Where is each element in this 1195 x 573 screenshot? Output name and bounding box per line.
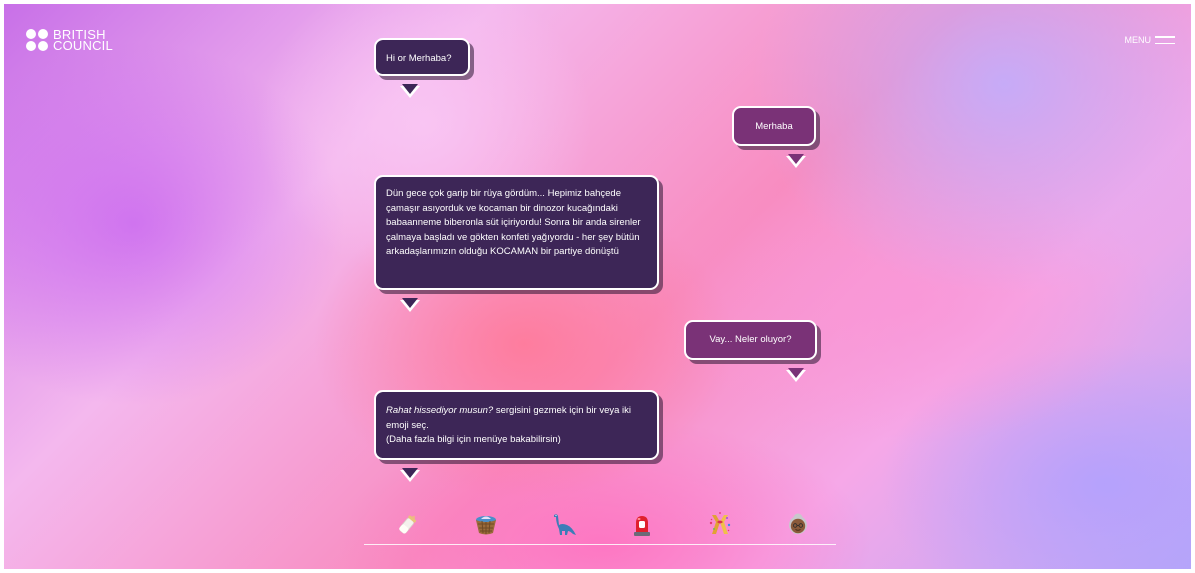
chat-bubble-dream-story: Dün gece çok garip bir rüya gördüm... He… — [374, 175, 659, 312]
hamburger-icon — [1155, 36, 1175, 44]
logo-dots-icon — [26, 29, 48, 51]
page-background: BRITISH COUNCIL MENU Hi or Merhaba? Merh… — [4, 4, 1191, 569]
baby-bottle-icon[interactable] — [394, 510, 422, 538]
chat-message-text: Merhaba — [755, 121, 793, 132]
chat-bubble-greeting: Hi or Merhaba? — [374, 38, 470, 98]
chat-message-text: Hi or Merhaba? — [386, 53, 452, 64]
emoji-picker — [364, 506, 836, 544]
chat-message-text: Vay... Neler oluyor? — [709, 334, 792, 345]
confetti-icon[interactable] — [706, 510, 734, 538]
laundry-basket-icon[interactable] — [472, 510, 500, 538]
grandmother-icon[interactable] — [784, 510, 812, 538]
chat-bubble-reply: Merhaba — [732, 106, 816, 168]
chat-bubble-instructions: Rahat hissediyor musun? sergisini gezmek… — [374, 390, 659, 482]
menu-button[interactable]: MENU — [1124, 35, 1175, 45]
chat-message-text: Dün gece çok garip bir rüya gördüm... He… — [386, 188, 641, 257]
dinosaur-icon[interactable] — [550, 510, 578, 538]
logo-text: BRITISH COUNCIL — [53, 28, 113, 53]
logo-line-2: COUNCIL — [53, 38, 113, 53]
menu-label: MENU — [1124, 35, 1152, 45]
emoji-picker-underline — [364, 544, 836, 545]
menu-hint-text: (Daha fazla bilgi için menüye bakabilirs… — [386, 434, 561, 445]
chat-bubble-reply: Vay... Neler oluyor? — [684, 320, 817, 382]
exhibition-title: Rahat hissediyor musun? — [386, 405, 494, 416]
british-council-logo[interactable]: BRITISH COUNCIL — [26, 28, 113, 53]
siren-icon[interactable] — [628, 510, 656, 538]
